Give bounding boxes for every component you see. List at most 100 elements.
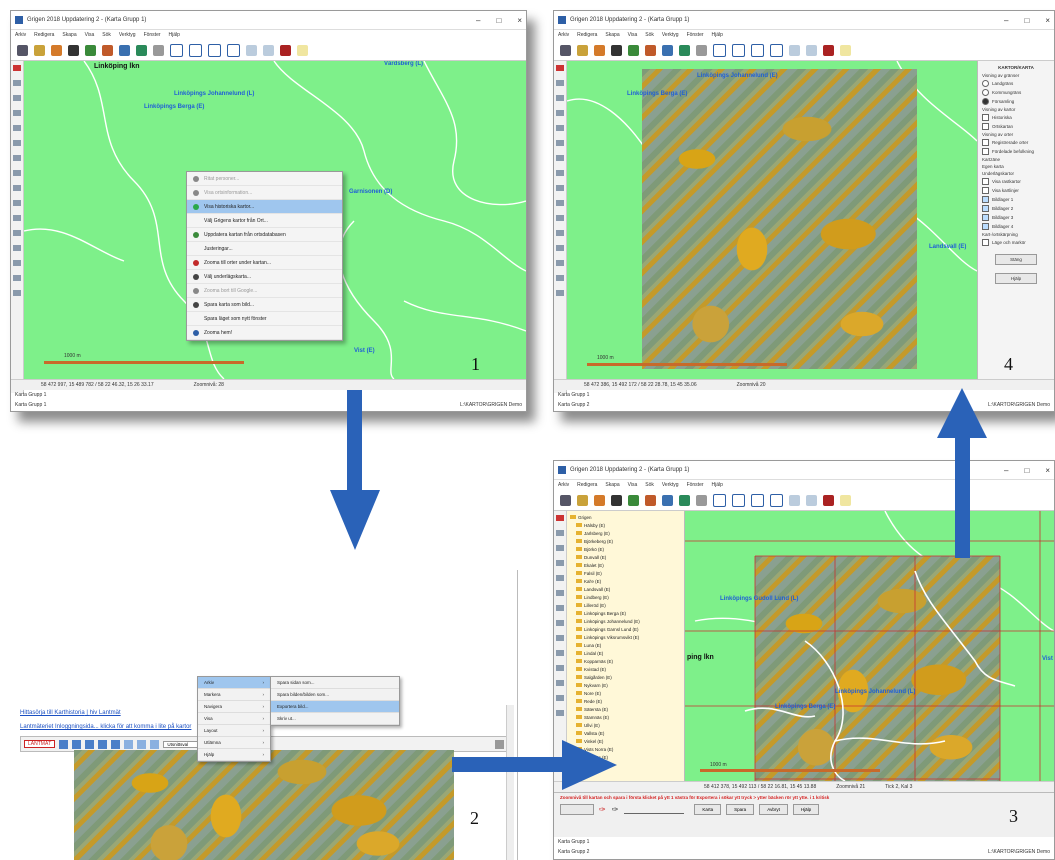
zoom-select[interactable]: Utsnittsval — [163, 740, 202, 748]
tool-icon[interactable] — [13, 110, 21, 116]
tool-icon[interactable] — [556, 290, 564, 296]
close-button[interactable]: × — [1045, 16, 1050, 25]
window-tile-icon[interactable] — [770, 43, 783, 57]
window-icon[interactable] — [713, 43, 726, 57]
tool-icon[interactable] — [13, 275, 21, 281]
measure-icon[interactable] — [111, 739, 121, 749]
menu-redigera[interactable]: Redigera — [34, 32, 54, 38]
grid-icon[interactable] — [696, 494, 707, 506]
tree-node[interactable]: Nykvarn (E) — [570, 681, 681, 689]
tool-icon[interactable] — [13, 170, 21, 176]
menu-verktyg[interactable]: Verktyg — [662, 482, 679, 488]
submenu-item[interactable]: Spara sidan som... — [271, 677, 399, 689]
tree-node[interactable]: Lilleröd (E) — [570, 601, 681, 609]
checkbox-option[interactable]: Bildlager 4 — [982, 223, 1050, 230]
tool-icon[interactable] — [13, 65, 21, 71]
checkbox-option[interactable]: Bildlager 2 — [982, 205, 1050, 212]
web-link[interactable]: Lantmäteriet Inloggningsida... klicka fö… — [20, 724, 191, 730]
tool-icon[interactable] — [556, 545, 564, 551]
context-menu-item[interactable]: Välj underlägskarta... — [187, 270, 342, 284]
tool-icon[interactable] — [556, 665, 564, 671]
orthophoto-view[interactable] — [74, 750, 454, 860]
web-link[interactable]: Hittasörja till Karthistoria | hiv Lantm… — [20, 710, 121, 716]
checkbox-option[interactable]: Visa kartlinjer — [982, 187, 1050, 194]
help-icon[interactable] — [840, 44, 851, 56]
menu-arkiv[interactable]: Arkiv — [558, 32, 569, 38]
tool-icon[interactable] — [556, 710, 564, 716]
minimize-button[interactable]: – — [1004, 16, 1008, 25]
tree-node[interactable]: Björkeberg (E) — [570, 537, 681, 545]
home-icon[interactable] — [645, 44, 656, 56]
tool-icon[interactable] — [556, 125, 564, 131]
close-button[interactable]: × — [1045, 466, 1050, 475]
tree-icon[interactable] — [85, 44, 96, 56]
web-link[interactable]: hiv Lantmät — [90, 710, 121, 716]
maximize-button[interactable]: □ — [1024, 16, 1029, 25]
menu-hjalp[interactable]: Hjälp — [712, 482, 723, 488]
undo-icon[interactable] — [246, 44, 257, 56]
help-icon[interactable] — [840, 494, 851, 506]
context-menu-item[interactable]: Ritat personer... — [187, 172, 342, 186]
context-menu-item[interactable]: Uppdatera kartan från ortsdatabasen — [187, 228, 342, 242]
checkbox-option[interactable]: Visa rastkartor — [982, 178, 1050, 185]
tool-icon[interactable] — [13, 290, 21, 296]
window-tile-icon[interactable] — [770, 493, 783, 507]
tool-icon[interactable] — [556, 185, 564, 191]
tree-node[interactable]: Sätersta (E) — [570, 705, 681, 713]
menu-skapa[interactable]: Skapa — [62, 32, 76, 38]
pin-dark-icon[interactable]: ✑ — [612, 805, 619, 814]
tool-icon[interactable] — [556, 605, 564, 611]
globe-icon[interactable] — [119, 44, 130, 56]
tree-node[interactable]: Salgården (E) — [570, 673, 681, 681]
tree-icon[interactable] — [628, 494, 639, 506]
tree-node[interactable]: Ullvi (E) — [570, 721, 681, 729]
checkbox-option[interactable]: Läge och markör — [982, 239, 1050, 246]
help-icon[interactable] — [297, 44, 308, 56]
record-icon[interactable] — [823, 494, 834, 506]
tree-node[interactable]: Hälsby (E) — [570, 521, 681, 529]
print-icon[interactable] — [560, 44, 571, 56]
checkbox-option[interactable]: Ortskartan — [982, 123, 1050, 130]
menu-fonster[interactable]: Fönster — [687, 482, 704, 488]
tool-icon[interactable] — [13, 95, 21, 101]
tree-node[interactable]: Kvistad (E) — [570, 665, 681, 673]
people-icon[interactable] — [594, 44, 605, 56]
print-icon[interactable] — [72, 739, 82, 749]
zoom-icon[interactable] — [98, 739, 108, 749]
maximize-button[interactable]: □ — [496, 16, 501, 25]
menu-arkiv[interactable]: Arkiv — [558, 482, 569, 488]
tab-karta-grupp[interactable]: Karta Grupp 1 — [558, 839, 589, 845]
menu-visa[interactable]: Visa — [85, 32, 95, 38]
pan-icon[interactable] — [85, 739, 95, 749]
tool-icon[interactable] — [13, 185, 21, 191]
menu-skapa[interactable]: Skapa — [605, 482, 619, 488]
menu-verktyg[interactable]: Verktyg — [662, 32, 679, 38]
tree-node[interactable]: Björkö (E) — [570, 545, 681, 553]
tree-node[interactable]: Landsvall (E) — [570, 585, 681, 593]
minimize-button[interactable]: – — [476, 16, 480, 25]
tool-icon[interactable] — [556, 155, 564, 161]
menu-arkiv[interactable]: Arkiv — [15, 32, 26, 38]
tree-node[interactable]: Luna (E) — [570, 641, 681, 649]
tree-node[interactable]: Lindberg (E) — [570, 593, 681, 601]
grid-icon[interactable] — [153, 44, 164, 56]
person-icon[interactable] — [34, 44, 45, 56]
layers-icon[interactable] — [136, 44, 147, 56]
maximize-button[interactable]: □ — [1024, 466, 1029, 475]
tool-icon[interactable] — [556, 170, 564, 176]
tool-icon[interactable] — [556, 215, 564, 221]
tool-icon[interactable] — [556, 245, 564, 251]
menu-item[interactable]: Layout › — [198, 725, 270, 737]
tree-node[interactable]: Lindal (E) — [570, 649, 681, 657]
layers-icon[interactable] — [124, 739, 134, 749]
layers-icon[interactable] — [679, 44, 690, 56]
tool-icon[interactable] — [556, 575, 564, 581]
undo-icon[interactable] — [789, 44, 800, 56]
menu-skapa[interactable]: Skapa — [605, 32, 619, 38]
home-icon[interactable] — [645, 494, 656, 506]
tree-node[interactable]: Kal'e (E) — [570, 577, 681, 585]
tool-icon[interactable] — [556, 260, 564, 266]
submenu-item[interactable]: Skriv ut... — [271, 713, 399, 725]
tool-icon[interactable] — [556, 530, 564, 536]
tool-icon[interactable] — [556, 695, 564, 701]
